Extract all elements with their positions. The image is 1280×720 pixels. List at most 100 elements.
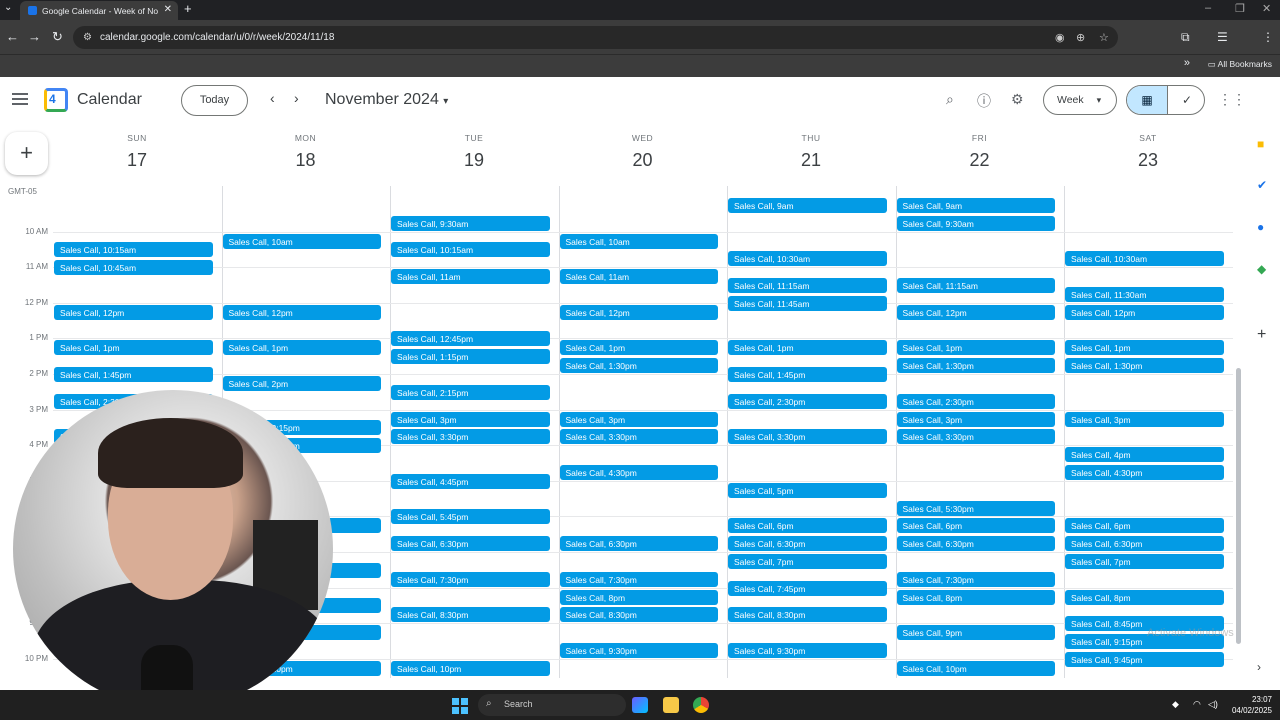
main-menu-icon[interactable] xyxy=(12,93,28,105)
calendar-event[interactable]: Sales Call, 8pm xyxy=(896,589,1055,605)
day-number[interactable]: 23 xyxy=(1064,150,1232,171)
calendar-event[interactable]: Sales Call, 12pm xyxy=(1065,304,1224,320)
calendar-event[interactable]: Sales Call, 7:30pm xyxy=(559,571,718,587)
calendar-event[interactable]: Sales Call, 8pm xyxy=(1065,589,1224,605)
tasks-icon[interactable]: ✔ xyxy=(1257,178,1267,192)
calendar-event[interactable]: Sales Call, 3:30pm xyxy=(391,429,550,445)
calendar-event[interactable]: Sales Call, 4:30pm xyxy=(559,464,718,480)
previous-week-icon[interactable]: ‹ xyxy=(270,90,275,106)
search-icon[interactable]: ⌕ xyxy=(946,91,954,108)
calendar-event[interactable]: Sales Call, 2pm xyxy=(222,375,381,391)
day-number[interactable]: 18 xyxy=(221,150,390,171)
calendar-event[interactable]: Sales Call, 5pm xyxy=(728,482,887,498)
calendar-event[interactable]: Sales Call, 11:15am xyxy=(896,278,1055,294)
calendar-event[interactable]: Sales Call, 12pm xyxy=(222,304,381,320)
day-number[interactable]: 21 xyxy=(727,150,895,171)
calendar-event[interactable]: Sales Call, 3pm xyxy=(391,411,550,427)
bookmarks-overflow-icon[interactable]: » xyxy=(1184,57,1190,69)
calendar-event[interactable]: Sales Call, 12:45pm xyxy=(391,331,550,347)
calendar-event[interactable]: Sales Call, 6:30pm xyxy=(1065,536,1224,552)
calendar-view-icon[interactable]: ▦ xyxy=(1127,86,1167,114)
calendar-event[interactable]: Sales Call, 11am xyxy=(391,269,550,285)
calendar-event[interactable]: Sales Call, 3pm xyxy=(559,411,718,427)
day-header[interactable]: TUE 19 xyxy=(390,125,558,185)
calendar-event[interactable]: Sales Call, 3:30pm xyxy=(896,429,1055,445)
calendar-event[interactable]: Sales Call, 2:15pm xyxy=(391,384,550,400)
expand-panel-icon[interactable]: › xyxy=(1257,660,1261,674)
address-bar[interactable]: ⚙ calendar.google.com/calendar/u/0/r/wee… xyxy=(73,26,1118,49)
calendar-event[interactable]: Sales Call, 6pm xyxy=(728,518,887,534)
copilot-icon[interactable] xyxy=(632,697,648,713)
calendar-event[interactable]: Sales Call, 3pm xyxy=(896,411,1055,427)
new-tab-icon[interactable]: + xyxy=(184,1,192,16)
windows-start-icon[interactable] xyxy=(452,698,468,714)
day-header[interactable]: SAT 23 xyxy=(1064,125,1232,185)
add-addon-icon[interactable]: + xyxy=(1257,326,1266,344)
browser-tab[interactable]: Google Calendar - Week of No ✕ xyxy=(20,1,178,20)
calendar-event[interactable]: Sales Call, 9:30pm xyxy=(728,642,887,658)
google-apps-icon[interactable]: ⋮⋮ xyxy=(1218,91,1246,108)
today-button[interactable]: Today xyxy=(181,85,248,116)
calendar-event[interactable]: Sales Call, 11:45am xyxy=(728,295,887,311)
view-selector[interactable]: Week ▾ xyxy=(1043,85,1117,115)
close-tab-icon[interactable]: ✕ xyxy=(164,4,172,15)
calendar-event[interactable]: Sales Call, 12pm xyxy=(559,304,718,320)
minimize-icon[interactable]: – xyxy=(1205,2,1211,14)
calendar-event[interactable]: Sales Call, 6pm xyxy=(1065,518,1224,534)
zoom-icon[interactable]: ⊕ xyxy=(1076,31,1085,44)
file-explorer-icon[interactable] xyxy=(663,697,679,713)
day-header[interactable]: THU 21 xyxy=(727,125,895,185)
month-picker[interactable]: November 2024 ▾ xyxy=(325,91,448,109)
calendar-event[interactable]: Sales Call, 4:45pm xyxy=(391,473,550,489)
reload-icon[interactable]: ↻ xyxy=(52,29,63,45)
calendar-event[interactable]: Sales Call, 7:45pm xyxy=(728,580,887,596)
calendar-event[interactable]: Sales Call, 7pm xyxy=(1065,553,1224,569)
calendar-event[interactable]: Sales Call, 10pm xyxy=(391,660,550,676)
day-header[interactable]: FRI 22 xyxy=(895,125,1064,185)
calendar-event[interactable]: Sales Call, 10:15am xyxy=(391,242,550,258)
calendar-event[interactable]: Sales Call, 9:30am xyxy=(896,215,1055,231)
calendar-event[interactable]: Sales Call, 3pm xyxy=(1065,411,1224,427)
calendar-event[interactable]: Sales Call, 6:30pm xyxy=(896,536,1055,552)
calendar-event[interactable]: Sales Call, 12pm xyxy=(896,304,1055,320)
calendar-event[interactable]: Sales Call, 11:30am xyxy=(1065,286,1224,302)
keep-icon[interactable]: ■ xyxy=(1257,137,1264,151)
calendar-event[interactable]: Sales Call, 10am xyxy=(222,233,381,249)
calendar-event[interactable]: Sales Call, 7pm xyxy=(728,553,887,569)
settings-gear-icon[interactable]: ⚙ xyxy=(1011,91,1024,108)
calendar-event[interactable]: Sales Call, 3:30pm xyxy=(559,429,718,445)
calendar-event[interactable]: Sales Call, 11am xyxy=(559,269,718,285)
calendar-event[interactable]: Sales Call, 10am xyxy=(559,233,718,249)
calendar-event[interactable]: Sales Call, 6:30pm xyxy=(391,536,550,552)
calendar-event[interactable]: Sales Call, 6pm xyxy=(896,518,1055,534)
close-window-icon[interactable]: ✕ xyxy=(1262,2,1271,15)
forward-icon[interactable]: → xyxy=(28,29,41,44)
calendar-event[interactable]: Sales Call, 8:30pm xyxy=(559,607,718,623)
calendar-event[interactable]: Sales Call, 8pm xyxy=(559,589,718,605)
calendar-event[interactable]: Sales Call, 9:45pm xyxy=(1065,651,1224,667)
calendar-event[interactable]: Sales Call, 1:30pm xyxy=(896,358,1055,374)
reading-list-icon[interactable]: ☰ xyxy=(1217,30,1228,44)
calendar-event[interactable]: Sales Call, 5:45pm xyxy=(391,509,550,525)
calendar-event[interactable]: Sales Call, 1pm xyxy=(54,340,213,356)
calendar-event[interactable]: Sales Call, 1:15pm xyxy=(391,349,550,365)
next-week-icon[interactable]: › xyxy=(294,90,299,106)
calendar-event[interactable]: Sales Call, 1pm xyxy=(559,340,718,356)
calendar-event[interactable]: Sales Call, 10:45am xyxy=(54,260,213,276)
chrome-icon[interactable] xyxy=(693,697,709,713)
eye-icon[interactable]: ◉ xyxy=(1055,31,1065,44)
day-number[interactable]: 17 xyxy=(53,150,221,171)
calendar-event[interactable]: Sales Call, 5:30pm xyxy=(896,500,1055,516)
restore-icon[interactable]: ❐ xyxy=(1235,2,1245,15)
calendar-event[interactable]: Sales Call, 1pm xyxy=(222,340,381,356)
day-number[interactable]: 22 xyxy=(895,150,1064,171)
calendar-event[interactable]: Sales Call, 1pm xyxy=(728,340,887,356)
calendar-event[interactable]: Sales Call, 11:15am xyxy=(728,278,887,294)
calendar-event[interactable]: Sales Call, 1:45pm xyxy=(728,367,887,383)
contacts-icon[interactable]: ● xyxy=(1257,220,1264,234)
calendar-event[interactable]: Sales Call, 4:30pm xyxy=(1065,464,1224,480)
calendar-event[interactable]: Sales Call, 10:30am xyxy=(728,251,887,267)
calendar-event[interactable]: Sales Call, 12pm xyxy=(54,304,213,320)
calendar-event[interactable]: Sales Call, 9:30pm xyxy=(559,642,718,658)
tab-search-icon[interactable]: ⌄ xyxy=(4,2,12,13)
